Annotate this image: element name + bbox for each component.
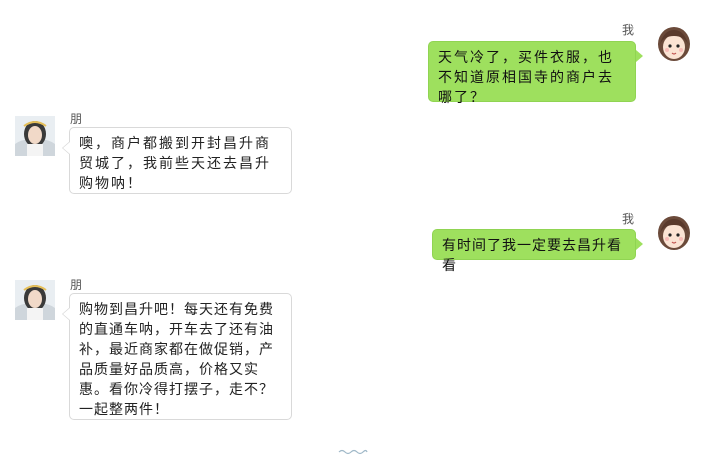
- friend-avatar-icon[interactable]: [15, 280, 55, 320]
- message-bubble[interactable]: 有时间了我一定要去昌升看看: [432, 229, 636, 274]
- sender-name: 我: [622, 23, 635, 37]
- my-avatar-icon[interactable]: [654, 213, 694, 253]
- bubble-tail: [636, 50, 643, 62]
- message-bubble[interactable]: 购物到昌升吧！每天还有免费的直通车呐，开车去了还有油补，最近商家都在做促销，产品…: [69, 293, 292, 420]
- my-avatar-icon[interactable]: [654, 24, 694, 64]
- sender-name: 我: [622, 212, 635, 226]
- message-bubble[interactable]: 天气冷了，买件衣服，也不知道原相国寺的商户去哪了？: [428, 41, 636, 106]
- message-bubble[interactable]: 噢，商户都搬到开封昌升商贸城了，我前些天还去昌升购物呐！: [69, 127, 292, 194]
- friend-avatar-icon[interactable]: [15, 116, 55, 156]
- bubble-tail-inner: [63, 142, 70, 154]
- scroll-indicator-icon: [338, 449, 368, 455]
- bubble-tail-inner: [63, 308, 70, 320]
- bubble-tail: [636, 238, 643, 250]
